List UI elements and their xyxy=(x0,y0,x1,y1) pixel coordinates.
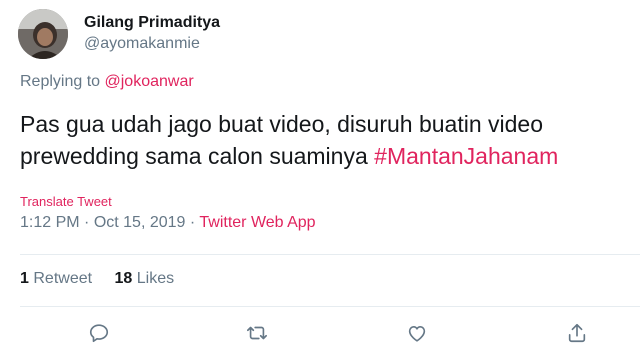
replying-to: Replying to @jokoanwar xyxy=(20,73,194,91)
avatar-image xyxy=(18,9,68,59)
share-button[interactable] xyxy=(566,322,592,348)
likes-count: 18 xyxy=(114,270,133,287)
like-icon xyxy=(408,326,426,342)
author-name[interactable]: Gilang Primaditya xyxy=(84,14,220,32)
action-bar xyxy=(0,318,640,348)
author-handle[interactable]: @ayomakanmie xyxy=(84,35,200,53)
tweet-text: Pas gua udah jago buat video, disuruh bu… xyxy=(20,108,630,172)
avatar[interactable] xyxy=(18,9,68,59)
source-app-link[interactable]: Twitter Web App xyxy=(199,214,315,231)
replying-prefix: Replying to xyxy=(20,73,101,90)
retweet-icon xyxy=(247,326,267,340)
tweet-meta: 1:12 PM · Oct 15, 2019 · Twitter Web App xyxy=(20,214,316,232)
tweet-stats: 1 Retweet 18 Likes xyxy=(20,270,174,288)
retweet-button[interactable] xyxy=(246,322,272,348)
likes-stat[interactable]: 18 Likes xyxy=(115,270,175,287)
divider xyxy=(20,254,640,255)
reply-icon xyxy=(89,324,109,343)
translate-tweet-link[interactable]: Translate Tweet xyxy=(20,194,112,209)
like-button[interactable] xyxy=(406,322,432,348)
retweets-stat[interactable]: 1 Retweet xyxy=(20,270,92,287)
hashtag-link[interactable]: #MantanJahanam xyxy=(374,143,558,169)
meta-separator: · xyxy=(79,214,94,231)
retweets-count: 1 xyxy=(20,270,29,287)
tweet-date[interactable]: Oct 15, 2019 xyxy=(94,214,186,231)
likes-label: Likes xyxy=(136,270,175,287)
meta-separator: · xyxy=(185,214,200,231)
retweets-label: Retweet xyxy=(33,270,93,287)
reply-mention-link[interactable]: @jokoanwar xyxy=(105,73,194,90)
reply-button[interactable] xyxy=(88,322,114,348)
tweet-time[interactable]: 1:12 PM xyxy=(20,214,80,231)
divider xyxy=(20,306,640,307)
share-icon xyxy=(568,323,586,343)
